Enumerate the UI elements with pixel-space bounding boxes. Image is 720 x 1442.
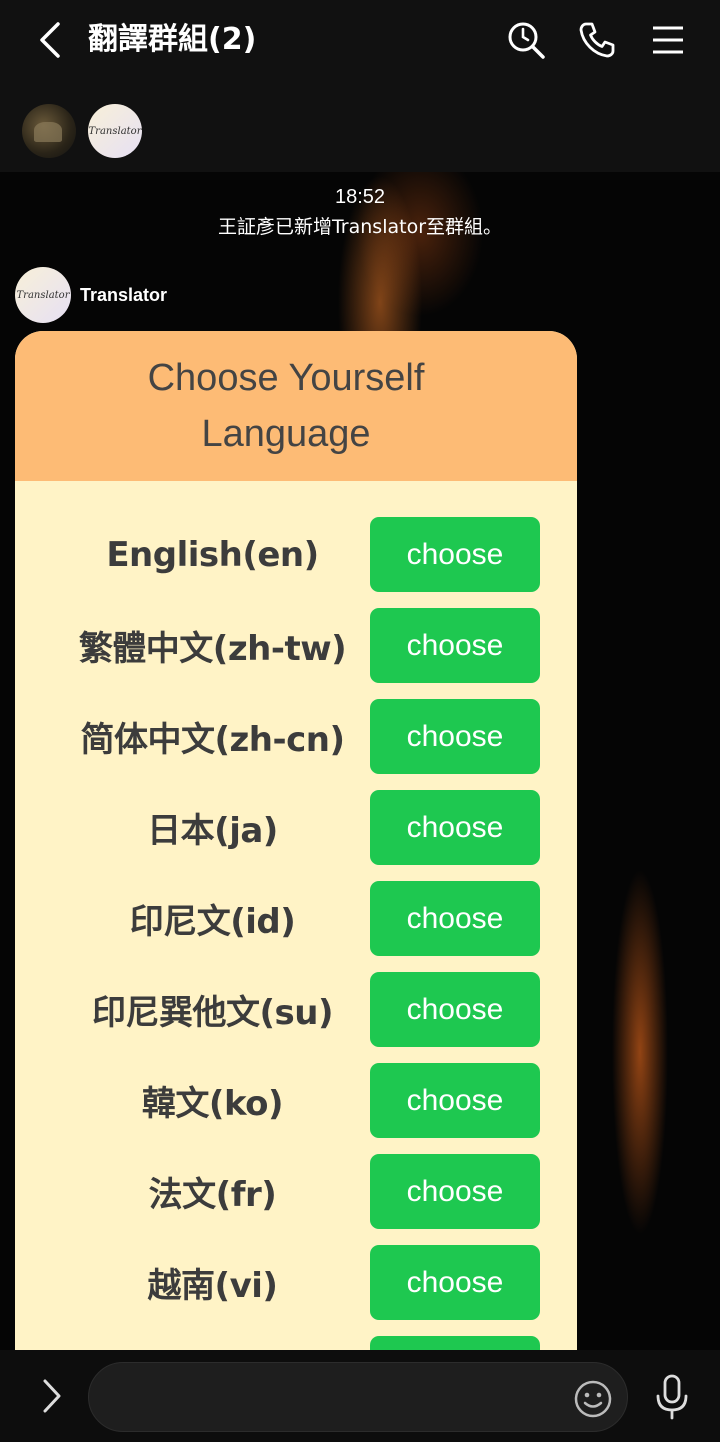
language-label: 越南(vi) bbox=[147, 1266, 278, 1306]
member-avatar-translator[interactable]: Translator bbox=[88, 104, 142, 158]
language-row: 法文(fr) choose bbox=[15, 1154, 577, 1245]
language-row: 日本(ja) choose bbox=[15, 790, 577, 881]
language-card: Choose Yourself Language English(en) choo… bbox=[15, 331, 577, 1350]
emoji-button[interactable] bbox=[572, 1378, 614, 1420]
language-row: English(en) choose bbox=[15, 517, 577, 608]
choose-button[interactable]: choose bbox=[370, 790, 540, 865]
menu-button[interactable] bbox=[646, 18, 690, 62]
choose-button[interactable]: choose bbox=[370, 972, 540, 1047]
microphone-icon bbox=[656, 1374, 688, 1420]
language-label: 简体中文(zh-cn) bbox=[80, 720, 345, 760]
language-list: English(en) choose 繁體中文(zh-tw) choose 简体中文… bbox=[15, 517, 577, 1350]
call-button[interactable] bbox=[575, 18, 619, 62]
choose-button[interactable]: choose bbox=[370, 1245, 540, 1320]
language-label: 印尼巽他文(su) bbox=[91, 993, 334, 1033]
language-label: 繁體中文(zh-tw) bbox=[78, 629, 347, 669]
language-row: 繁體中文(zh-tw) choose bbox=[15, 608, 577, 699]
language-row: 韓文(ko) choose bbox=[15, 1063, 577, 1154]
member-avatars: Translator bbox=[22, 104, 142, 158]
language-label: 韓文(ko) bbox=[141, 1084, 284, 1124]
language-label: 日本(ja) bbox=[147, 811, 278, 851]
system-message: 王証彥已新增Translator至群組。 bbox=[217, 216, 503, 238]
back-button[interactable] bbox=[30, 18, 70, 62]
avatar-label: Translator bbox=[16, 289, 70, 301]
chat-title: 翻譯群組(2) bbox=[88, 22, 257, 57]
language-row: 印尼巽他文(su) choose bbox=[15, 972, 577, 1063]
language-label: 法文(fr) bbox=[148, 1175, 277, 1215]
choose-button[interactable]: choose bbox=[370, 881, 540, 956]
top-bar: 翻譯群組(2) bbox=[0, 0, 720, 80]
search-history-icon bbox=[508, 22, 545, 59]
menu-icon bbox=[653, 26, 683, 54]
member-avatar-photo[interactable] bbox=[22, 104, 76, 158]
card-title: Choose Yourself Language bbox=[147, 357, 425, 455]
choose-button[interactable]: choose bbox=[370, 608, 540, 683]
language-label: English(en) bbox=[106, 534, 319, 575]
choose-button[interactable]: choose bbox=[370, 1154, 540, 1229]
language-row: 简体中文(zh-cn) choose bbox=[15, 699, 577, 790]
language-row: 印尼文(id) choose bbox=[15, 881, 577, 972]
message-input[interactable] bbox=[88, 1362, 628, 1432]
avatar-label: Translator bbox=[88, 125, 142, 137]
chat-area: 18:52 王証彥已新增Translator至群組。 Translator Tr… bbox=[0, 172, 720, 1350]
expand-icon bbox=[43, 1379, 61, 1413]
language-row-partial bbox=[15, 1336, 577, 1350]
microphone-button[interactable] bbox=[650, 1372, 694, 1422]
phone-icon bbox=[579, 22, 615, 58]
choose-button[interactable]: choose bbox=[370, 517, 540, 592]
choose-button[interactable]: choose bbox=[370, 699, 540, 774]
choose-button[interactable]: choose bbox=[370, 1063, 540, 1138]
language-label: 印尼文(id) bbox=[129, 902, 296, 942]
sender-avatar[interactable]: Translator bbox=[15, 267, 71, 323]
input-bar bbox=[0, 1350, 720, 1442]
search-history-button[interactable] bbox=[504, 18, 548, 62]
chat-header: 翻譯群組(2) Translator bbox=[0, 0, 720, 172]
emoji-icon bbox=[574, 1380, 612, 1418]
card-header: Choose Yourself Language bbox=[15, 331, 577, 481]
back-icon bbox=[40, 22, 60, 58]
message-time: 18:52 bbox=[334, 186, 386, 208]
sender-info: Translator Translator bbox=[15, 267, 167, 323]
language-row: 越南(vi) choose bbox=[15, 1245, 577, 1336]
choose-button-partial[interactable] bbox=[370, 1336, 540, 1350]
expand-button[interactable] bbox=[30, 1372, 74, 1420]
sender-name: Translator bbox=[80, 284, 168, 305]
